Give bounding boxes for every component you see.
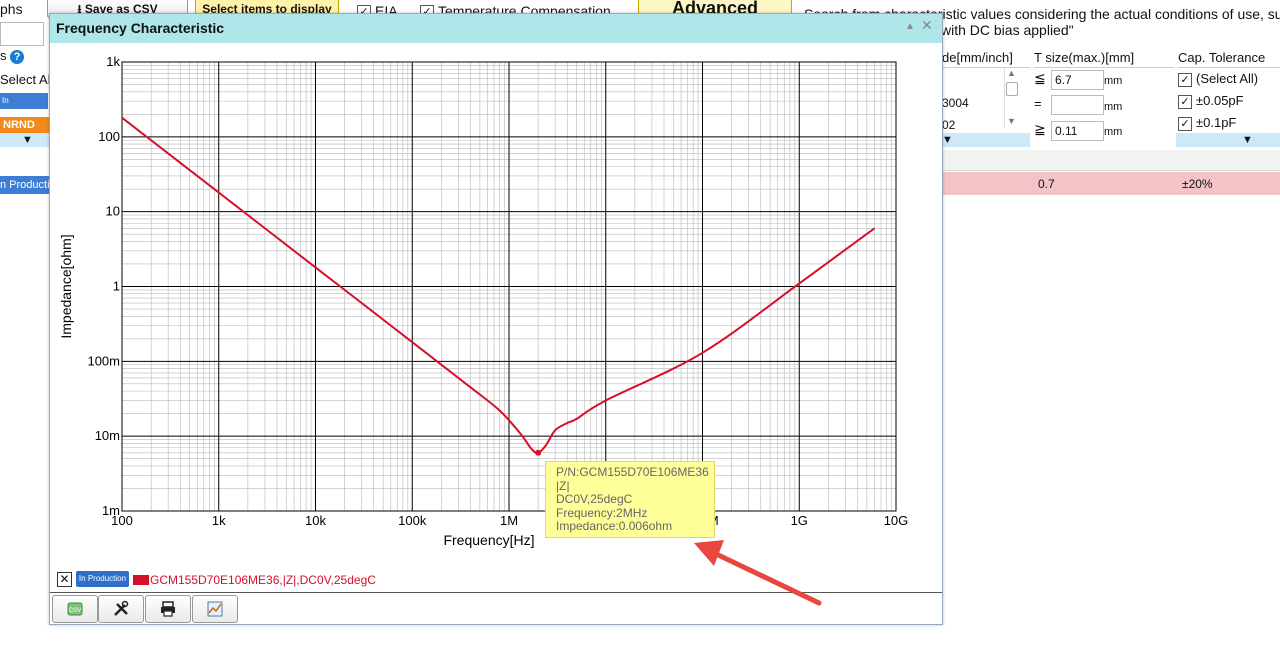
annotation-arrow-icon xyxy=(694,540,822,606)
x-tick-label: 1M xyxy=(500,513,518,528)
highlight-point xyxy=(535,449,542,456)
left-select-all[interactable]: Select All xyxy=(0,72,53,87)
unit-label: mm xyxy=(1104,101,1123,113)
legend-status-badge: In Production xyxy=(76,571,129,587)
y-tick-label: 100 xyxy=(98,129,120,144)
csv-download-icon: CSV xyxy=(67,602,83,616)
data-point-tooltip: P/N:GCM155D70E106ME36 |Z| DC0V,25degC Fr… xyxy=(545,461,715,538)
row-tolerance: ±20% xyxy=(1182,177,1213,191)
tooltip-condition: DC0V,25degC xyxy=(556,492,633,507)
cap-tol-option[interactable]: ✓ ±0.05pF xyxy=(1178,93,1244,109)
chevron-down-icon: ▼ xyxy=(1007,116,1016,126)
y-tick-label: 100m xyxy=(87,353,120,368)
cap-tolerance-column-header: Cap. Tolerance xyxy=(1178,48,1280,68)
settings-tools-icon xyxy=(114,600,129,616)
chevron-down-icon: ▼ xyxy=(942,134,953,146)
tooltip-frequency: Frequency:2MHz xyxy=(556,505,648,520)
tsize-max-input[interactable]: 6.7 xyxy=(1051,70,1104,90)
tsize-min-input[interactable]: 0.11 xyxy=(1051,121,1104,141)
y-tick-label: 10m xyxy=(95,428,120,443)
checkmark-icon: ✓ xyxy=(1178,94,1192,109)
tsize-ge-symbol: ≧ xyxy=(1034,121,1046,137)
help-icon[interactable]: ? xyxy=(10,50,25,64)
left-in-production-badge[interactable]: In Production xyxy=(0,93,48,121)
x-tick-label: 10G xyxy=(884,513,909,528)
svg-text:CSV: CSV xyxy=(69,608,81,614)
y-axis-label: Impedance[ohm] xyxy=(58,234,74,338)
legend-series-label[interactable]: GCM155D70E106ME36,|Z|,DC0V,25degC xyxy=(150,573,376,587)
row-tsize: 0.7 xyxy=(1038,177,1055,191)
csv-download-button[interactable]: CSV xyxy=(52,595,98,623)
cap-tol-dropdown-bar[interactable]: ▼ xyxy=(1176,133,1280,147)
scrollbar-thumb[interactable] xyxy=(1006,82,1018,96)
tsize-eq-input[interactable] xyxy=(1051,95,1104,115)
print-button[interactable] xyxy=(145,595,191,623)
chevron-down-icon: ▼ xyxy=(1242,134,1253,146)
table-row[interactable] xyxy=(942,172,1280,195)
x-axis-label: Frequency[Hz] xyxy=(443,532,534,548)
tsize-le-symbol: ≦ xyxy=(1034,70,1046,86)
chevron-up-icon: ▲ xyxy=(1007,68,1016,78)
print-icon xyxy=(161,601,175,617)
y-tick-label: 1 xyxy=(113,279,120,294)
dialog-title: Frequency Characteristic xyxy=(56,20,225,36)
series-line xyxy=(121,116,876,454)
close-icon[interactable]: ✕ xyxy=(921,17,933,34)
chevron-down-icon: ▼ xyxy=(22,134,33,146)
checkmark-icon: ✓ xyxy=(1178,72,1192,87)
tooltip-part-number: P/N:GCM155D70E106ME36 xyxy=(556,465,709,479)
unit-label: mm xyxy=(1104,126,1123,138)
x-tick-label: 10k xyxy=(305,513,326,528)
page-title-fragment: phs xyxy=(0,1,23,17)
unit-label: mm xyxy=(1104,75,1123,87)
legend-color-swatch xyxy=(133,575,149,585)
size-dropdown-bar[interactable]: ▼ xyxy=(942,133,1030,147)
settings-tools-button[interactable] xyxy=(98,595,144,623)
search-note-line2: with DC bias applied" xyxy=(941,22,1074,38)
chart-image-button[interactable] xyxy=(192,595,238,623)
size-item[interactable]: 3004 xyxy=(942,96,969,110)
checkmark-icon: ✓ xyxy=(1178,116,1192,131)
cap-tol-option[interactable]: ✓ (Select All) xyxy=(1178,71,1258,87)
y-tick-label: 1m xyxy=(102,503,120,518)
legend-remove-icon[interactable]: ✕ xyxy=(57,572,72,587)
size-column-header: de[mm/inch] xyxy=(942,48,1030,68)
x-tick-labels: 1001k10k100k1M10M100M1G10G xyxy=(111,513,908,528)
tsize-column-header: T size(max.)[mm] xyxy=(1034,48,1174,68)
x-tick-label: 1k xyxy=(212,513,226,528)
chart-image-icon xyxy=(207,601,223,617)
background-search-input[interactable] xyxy=(0,22,44,46)
dialog-title-bar[interactable]: Frequency Characteristic ▲ ✕ xyxy=(50,14,942,43)
x-tick-label: 1G xyxy=(791,513,808,528)
left-row-status: n Producti xyxy=(0,176,49,194)
impedance-chart: 1001k10k100k1M10M100M1G10G 1m10m100m1101… xyxy=(58,54,908,548)
left-nrnd-badge[interactable]: NRND xyxy=(0,117,51,133)
y-tick-label: 10 xyxy=(106,204,120,219)
x-tick-label: 100k xyxy=(398,513,427,528)
size-scrollbar[interactable]: ▲ ▼ xyxy=(1004,68,1019,128)
table-filter-row xyxy=(942,150,1280,171)
left-column-header: s ? xyxy=(0,48,25,64)
y-tick-label: 1k xyxy=(106,54,120,69)
tooltip-parameter: |Z| xyxy=(556,478,570,493)
y-tick-labels: 1m 10m 100m 1 10 100 1k xyxy=(87,54,120,518)
minimize-icon[interactable]: ▲ xyxy=(905,21,915,32)
cap-tol-option[interactable]: ✓ ±0.1pF xyxy=(1178,115,1236,131)
left-dropdown-bar[interactable]: ▼ xyxy=(0,133,49,147)
tsize-eq-symbol: = xyxy=(1034,96,1042,111)
size-item[interactable]: 02 xyxy=(942,118,955,132)
